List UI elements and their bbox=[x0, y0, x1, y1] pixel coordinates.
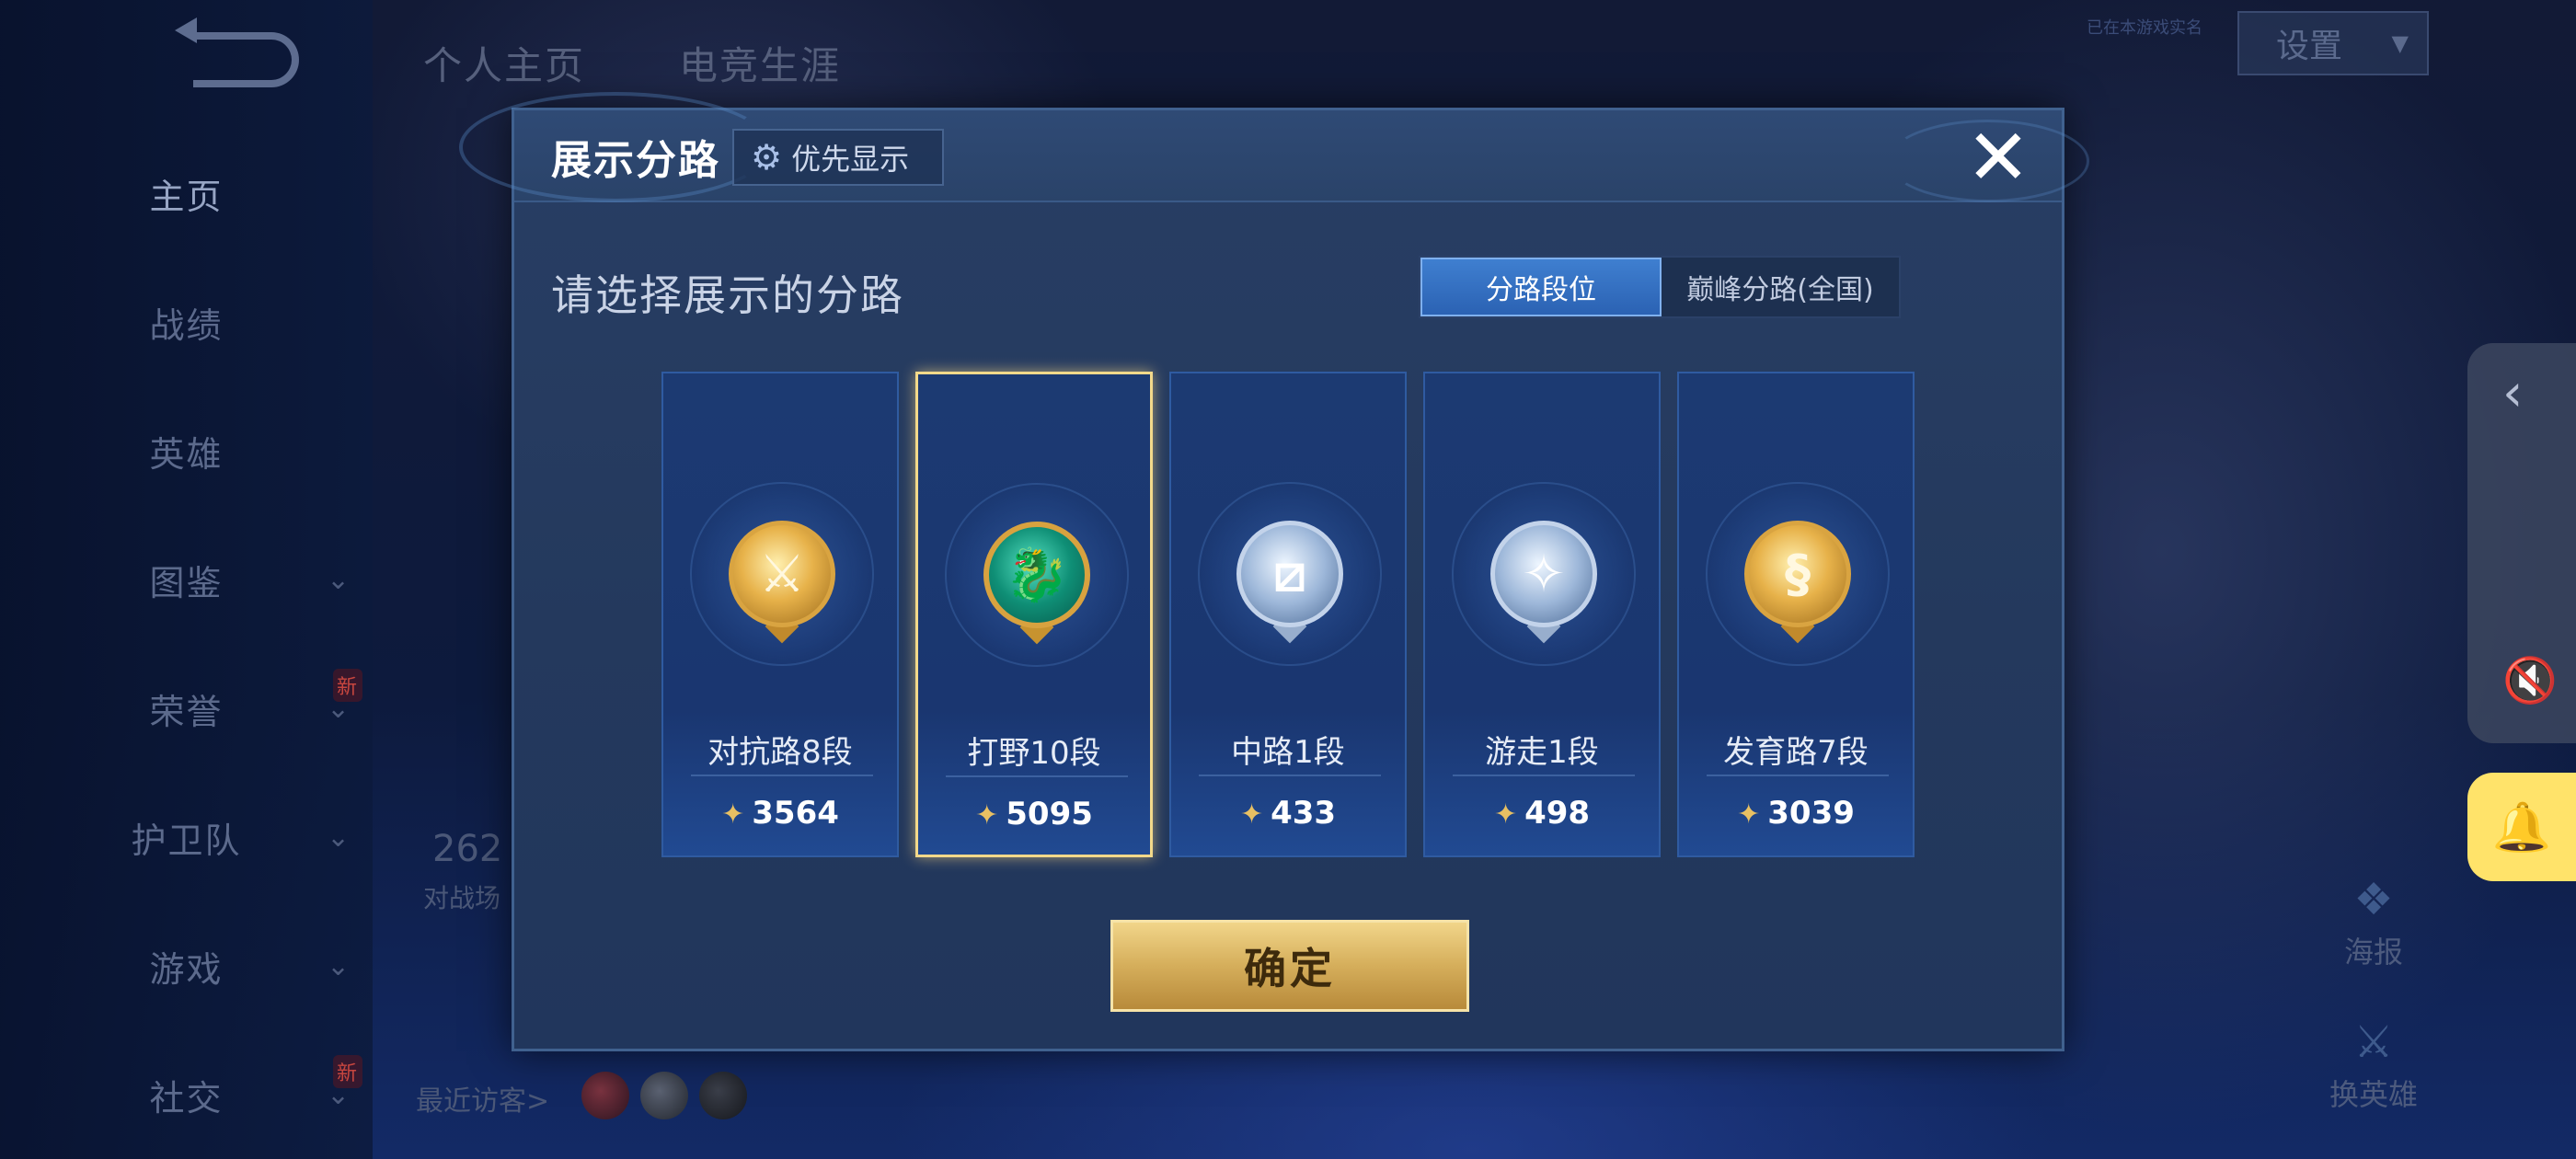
divider bbox=[946, 775, 1128, 777]
lane-card-jungle[interactable]: 🐉 打野10段 ✦ 5095 bbox=[915, 372, 1153, 857]
back-arrow-icon[interactable] bbox=[175, 17, 299, 87]
mid-lane-badge-icon: ⧄ bbox=[1236, 521, 1343, 627]
bell-icon: 🔔 bbox=[2491, 799, 2552, 855]
nav-item-games[interactable]: 游戏 ⌄ bbox=[0, 934, 373, 998]
left-nav: 主页 战绩 英雄 图鉴 ⌄ 荣誉 ⌄ 新 护卫队 ⌄ 游戏 ⌄ 社交 ⌄ 新 bbox=[0, 0, 373, 1159]
chevron-down-icon: ⌄ bbox=[327, 563, 352, 596]
score-icon: ✦ bbox=[721, 798, 745, 831]
lane-score: ✦ 498 bbox=[1425, 795, 1659, 832]
lane-score-value: 433 bbox=[1271, 795, 1337, 832]
change-hero-button[interactable]: ⚔ 换英雄 bbox=[2282, 1016, 2466, 1114]
poster-icon: ❖ bbox=[2353, 874, 2394, 925]
nav-item-label: 图鉴 bbox=[149, 562, 224, 603]
battle-count: 262 bbox=[432, 828, 503, 870]
battle-count-label: 对战场 bbox=[423, 883, 501, 913]
score-icon: ✦ bbox=[975, 799, 999, 832]
lane-card-top[interactable]: ⚔ 对抗路8段 ✦ 3564 bbox=[661, 372, 899, 857]
score-icon: ✦ bbox=[1737, 798, 1761, 831]
lane-display-modal: 展示分路 ⚙ 优先显示 ✕ 请选择展示的分路 分路段位 巅峰分路(全国) ⚔ 对… bbox=[459, 92, 2089, 1051]
new-badge: 新 bbox=[333, 669, 363, 702]
change-hero-icon: ⚔ bbox=[2353, 1016, 2394, 1068]
lane-score-value: 3564 bbox=[752, 795, 839, 832]
nav-item-label: 主页 bbox=[149, 176, 224, 217]
lane-rank-label: 中路1段 bbox=[1231, 734, 1345, 771]
avatar[interactable] bbox=[699, 1072, 747, 1119]
lane-score: ✦ 433 bbox=[1171, 795, 1405, 832]
lane-card-farm[interactable]: § 发育路7段 ✦ 3039 bbox=[1677, 372, 1915, 857]
lane-card-roam[interactable]: ✧ 游走1段 ✦ 498 bbox=[1423, 372, 1661, 857]
lane-rank-label: 打野10段 bbox=[967, 735, 1101, 772]
side-panel: ‹ 🔇 bbox=[2467, 343, 2576, 743]
nav-item-honor[interactable]: 荣誉 ⌄ 新 bbox=[0, 669, 373, 740]
nav-item-label: 社交 bbox=[149, 1077, 224, 1119]
lane-cards: ⚔ 对抗路8段 ✦ 3564 🐉 打野10段 ✦ 5095 ⧄ 中路1段 ✦ 433 … bbox=[661, 372, 1940, 857]
nav-item-label: 荣誉 bbox=[149, 691, 224, 732]
nav-item-home[interactable]: 主页 bbox=[0, 161, 373, 225]
lane-rank-label: 发育路7段 bbox=[1723, 734, 1869, 771]
change-hero-label: 换英雄 bbox=[2329, 1077, 2418, 1112]
divider bbox=[691, 775, 873, 776]
mute-icon[interactable]: 🔇 bbox=[2502, 654, 2558, 706]
lane-mode-tabs: 分路段位 巅峰分路(全国) bbox=[1419, 256, 1901, 318]
chevron-down-icon: ▼ bbox=[2391, 30, 2409, 56]
modal-subtitle: 请选择展示的分路 bbox=[551, 270, 904, 320]
nav-item-label: 游戏 bbox=[149, 948, 224, 990]
recent-visitors-link[interactable]: 最近访客> bbox=[416, 1078, 549, 1119]
chevron-down-icon: ⌄ bbox=[327, 949, 352, 982]
clash-lane-badge-icon: ⚔ bbox=[729, 521, 835, 627]
farm-lane-badge-icon: § bbox=[1744, 521, 1851, 627]
nav-item-record[interactable]: 战绩 bbox=[0, 290, 373, 354]
chevron-down-icon: ⌄ bbox=[327, 820, 352, 854]
lane-score-value: 5095 bbox=[1006, 796, 1093, 832]
tab-profile[interactable]: 个人主页 bbox=[423, 35, 585, 91]
avatar[interactable] bbox=[581, 1072, 629, 1119]
priority-display-button[interactable]: ⚙ 优先显示 bbox=[732, 129, 944, 186]
lane-score: ✦ 3564 bbox=[663, 795, 897, 832]
nav-item-social[interactable]: 社交 ⌄ 新 bbox=[0, 1055, 373, 1127]
score-icon: ✦ bbox=[1239, 798, 1264, 831]
poster-label: 海报 bbox=[2343, 935, 2403, 970]
lane-score-value: 498 bbox=[1524, 795, 1591, 832]
realname-hint: 已在本游戏实名 bbox=[2087, 18, 2202, 38]
gear-icon: ⚙ bbox=[751, 137, 783, 178]
tab-esports-career[interactable]: 电竞生涯 bbox=[679, 35, 841, 91]
nav-item-label: 英雄 bbox=[149, 433, 224, 475]
confirm-button[interactable]: 确定 bbox=[1110, 920, 1469, 1012]
lane-score-value: 3039 bbox=[1767, 795, 1855, 832]
nav-item-guard[interactable]: 护卫队 ⌄ bbox=[0, 805, 373, 869]
lane-card-mid[interactable]: ⧄ 中路1段 ✦ 433 bbox=[1169, 372, 1407, 857]
settings-label: 设置 bbox=[2276, 28, 2343, 65]
close-icon[interactable]: ✕ bbox=[1962, 119, 2034, 196]
modal-header: 展示分路 ⚙ 优先显示 ✕ bbox=[459, 92, 2089, 202]
jungle-dragon-badge-icon: 🐉 bbox=[983, 522, 1090, 628]
divider bbox=[1453, 775, 1635, 776]
score-icon: ✦ bbox=[1493, 798, 1518, 831]
lane-score: ✦ 5095 bbox=[918, 796, 1150, 832]
nav-item-heroes[interactable]: 英雄 bbox=[0, 419, 373, 483]
nav-item-codex[interactable]: 图鉴 ⌄ bbox=[0, 547, 373, 612]
lane-rank-label: 对抗路8段 bbox=[707, 734, 853, 771]
divider bbox=[1707, 775, 1889, 776]
tab-lane-rank[interactable]: 分路段位 bbox=[1420, 258, 1662, 316]
bell-button[interactable]: 🔔 bbox=[2467, 773, 2576, 881]
lane-rank-label: 游走1段 bbox=[1485, 734, 1599, 771]
priority-display-label: 优先显示 bbox=[791, 142, 910, 177]
lane-score: ✦ 3039 bbox=[1679, 795, 1913, 832]
new-badge: 新 bbox=[333, 1055, 363, 1088]
avatar[interactable] bbox=[640, 1072, 688, 1119]
poster-button[interactable]: ❖ 海报 bbox=[2282, 874, 2466, 971]
chevron-left-icon[interactable]: ‹ bbox=[2502, 363, 2523, 423]
roam-wings-badge-icon: ✧ bbox=[1490, 521, 1597, 627]
divider bbox=[1199, 775, 1381, 776]
tab-peak-lane-national[interactable]: 巅峰分路(全国) bbox=[1662, 258, 1899, 316]
settings-button[interactable]: 设置 ▼ bbox=[2237, 11, 2429, 75]
nav-item-label: 战绩 bbox=[149, 304, 224, 346]
modal-title: 展示分路 bbox=[551, 137, 720, 184]
nav-item-label: 护卫队 bbox=[131, 820, 242, 861]
